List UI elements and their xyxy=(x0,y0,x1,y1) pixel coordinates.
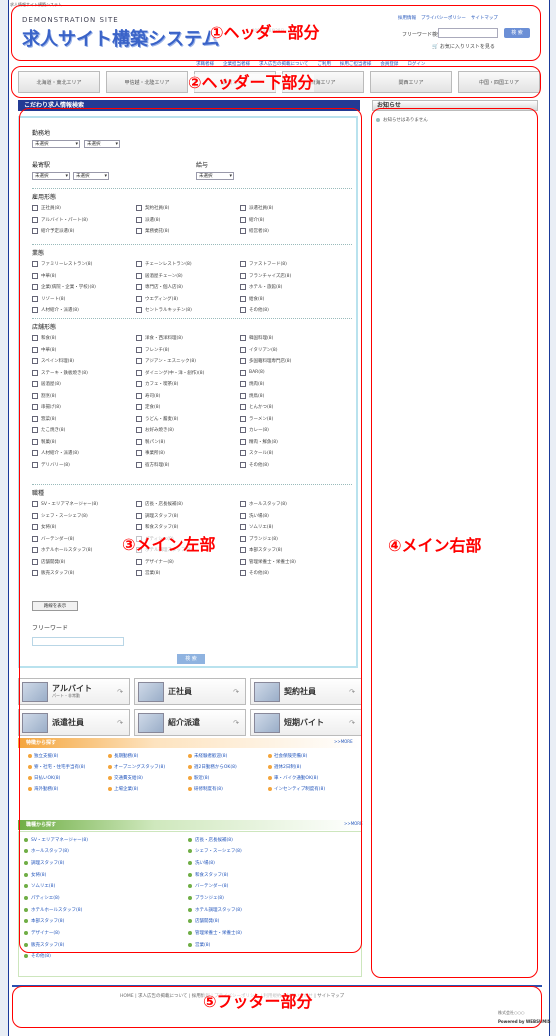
annotation-label: ④メイン右部 xyxy=(388,536,482,555)
annotation-label: ①ヘッダー部分 xyxy=(210,23,320,42)
annotation-label: ②ヘッダー下部分 xyxy=(188,73,314,92)
annotation-label: ③メイン左部 xyxy=(122,535,216,554)
occupation-link[interactable]: その他(8) xyxy=(24,953,188,960)
main-left-region-outline xyxy=(19,108,362,953)
annotation-label: ⑤フッター部分 xyxy=(203,992,313,1011)
